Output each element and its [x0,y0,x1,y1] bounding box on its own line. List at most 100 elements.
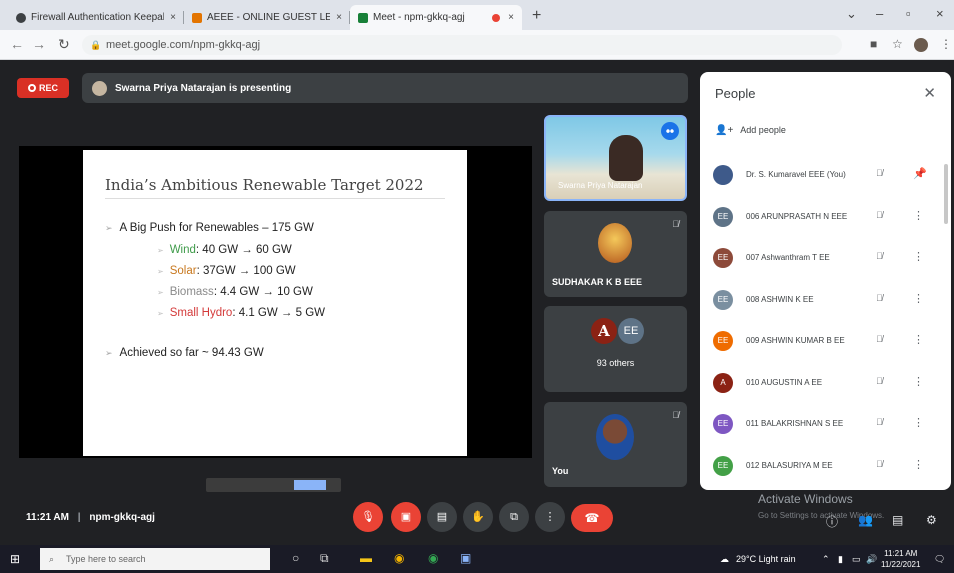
people-panel: People ✕ 👤+ Add people Dr. S. Kumaravel E… [700,72,951,490]
participant-row[interactable]: EE 008 ASHWIN K EE 🎙̸ ⋮ [713,287,943,313]
back-arrow-icon[interactable]: ← [10,36,24,52]
participant-row[interactable]: Dr. S. Kumaravel EEE (You) 🎙̸ 📌 [713,162,943,188]
url-text: meet.google.com/npm-gkkq-agj [106,39,261,51]
panel-scrollbar[interactable] [944,164,948,224]
camera-indicator-icon[interactable]: ■ [870,37,877,51]
raise-hand-button[interactable]: ✋ [463,502,493,532]
participant-name: 010 AUGUSTIN A EE [746,377,823,387]
presenting-text: Swarna Priya Natarajan is presenting [115,82,292,94]
meeting-code: npm-gkkq-agj [89,512,155,523]
bookmark-star-icon[interactable]: ☆ [892,37,903,51]
participant-avatar: EE [713,414,733,434]
add-people-button[interactable]: 👤+ Add people [715,125,786,136]
sub-bullet-label: Solar [169,265,197,277]
tab-close-icon[interactable]: × [336,12,342,23]
mic-off-icon: 🎙̸ [876,375,883,386]
participant-tile-others[interactable]: A EE 93 others [544,306,687,392]
taskbar-search-box[interactable]: ⌕ Type here to search [40,548,270,570]
minimize-button[interactable]: – [876,6,883,21]
bullet-arrow-icon: ➢ [105,223,113,233]
task-view-icon[interactable]: ⧉ [320,551,329,566]
notification-icon[interactable]: 🗨 [934,554,945,565]
profile-avatar[interactable] [914,38,928,52]
more-options-icon[interactable]: ⋮ [913,209,924,222]
taskbar-clock[interactable]: 11:21 AM 11/22/2021 [881,548,920,570]
more-options-icon[interactable]: ⋮ [913,250,924,263]
cortana-icon[interactable]: ○ [292,551,299,565]
tab-aeee-lecture[interactable]: AEEE - ONLINE GUEST LECTURE × [184,5,350,30]
tab-search-icon[interactable]: ⌄ [846,6,857,22]
speaking-indicator-icon: ⦁⦁ [661,122,679,140]
chrome-active-icon[interactable]: ◉ [428,551,438,565]
add-person-icon: 👤+ [715,125,734,136]
participant-row[interactable]: A 010 AUGUSTIN A EE 🎙̸ ⋮ [713,370,943,396]
volume-icon[interactable]: 🔊 [866,554,877,565]
sub-bullet-value: : 4.1 GW → 5 GW [232,307,325,319]
more-options-icon[interactable]: ⋮ [913,458,924,471]
bullet-arrow-icon: ➢ [157,246,164,255]
more-options-icon[interactable]: ⋮ [913,416,924,429]
rec-label: REC [38,83,58,93]
more-options-button[interactable]: ⋮ [535,502,565,532]
people-icon[interactable]: 👥 [858,513,873,527]
participant-avatar [713,165,733,185]
forward-arrow-icon[interactable]: → [32,36,46,52]
tray-overflow-icon[interactable]: ⌃ [822,554,830,565]
reload-icon[interactable]: ↻ [58,36,70,53]
browser-tab-bar: Firewall Authentication Keepali... × AEE… [0,0,954,30]
url-field[interactable]: 🔒 meet.google.com/npm-gkkq-agj [82,35,842,55]
participant-row[interactable]: EE 007 Ashwanthram T EE 🎙̸ ⋮ [713,245,943,271]
participant-name: 006 ARUNPRASATH N EEE [746,211,848,221]
pin-icon[interactable]: 📌 [913,167,927,180]
browser-menu-icon[interactable]: ⋮ [940,37,952,51]
file-explorer-icon[interactable]: ▬ [360,551,372,565]
battery-icon[interactable]: ▭ [852,554,861,565]
stop-sharing-button[interactable] [294,480,326,490]
participant-row[interactable]: EE 006 ARUNPRASATH N EEE 🎙̸ ⋮ [713,204,943,230]
network-icon[interactable]: ▮ [838,554,843,565]
participant-avatar: EE [713,289,733,310]
search-placeholder: Type here to search [66,554,146,564]
mic-off-icon: 🎙̸ [876,292,883,303]
close-panel-icon[interactable]: ✕ [923,84,936,102]
participant-tile-sudhakar[interactable]: 🎙̸ SUDHAKAR K B EEE [544,211,687,297]
new-tab-button[interactable]: + [532,7,541,25]
present-screen-button[interactable]: ⧉ [499,502,529,532]
activities-icon[interactable]: ⚙ [926,513,937,527]
participant-row[interactable]: EE 011 BALAKRISHNAN S EE 🎙̸ ⋮ [713,411,943,437]
captions-button[interactable]: ▤ [427,502,457,532]
more-options-icon[interactable]: ⋮ [913,333,924,346]
participant-row[interactable]: EE 012 BALASURIYA M EE 🎙̸ ⋮ [713,453,943,479]
sub-bullet-value: : 40 GW → 60 GW [195,244,292,256]
tab-firewall[interactable]: Firewall Authentication Keepali... × [8,5,184,30]
tab-meet[interactable]: Meet - npm-gkkq-agj × [350,5,522,30]
more-options-icon[interactable]: ⋮ [913,292,924,305]
slide-bullet: ➢ Achieved so far ~ 94.43 GW [105,347,264,359]
participant-name: Swarna Priya Natarajan [558,181,643,190]
hang-up-icon: ☎ [584,511,600,525]
participant-avatar: EE [713,248,733,268]
windows-start-icon[interactable]: ⊞ [10,552,20,566]
app-icon[interactable]: ▣ [460,551,471,565]
weather-text[interactable]: 29°C Light rain [736,554,796,564]
participant-tile-self[interactable]: 🎙̸ You [544,402,687,487]
maximize-button[interactable]: ▫ [906,6,911,21]
tab-close-icon[interactable]: × [170,12,176,23]
chrome-icon[interactable]: ◉ [394,551,404,565]
close-window-button[interactable]: × [936,6,944,21]
chat-icon[interactable]: ▤ [892,513,903,527]
participant-name: 012 BALASURIYA M EE [746,460,833,470]
meeting-details-icon[interactable]: ⓘ [826,513,838,530]
camera-toggle-button[interactable]: ▣ [391,502,421,532]
mic-toggle-button[interactable]: 🎙 [353,502,383,532]
more-options-icon[interactable]: ⋮ [913,375,924,388]
participant-avatar: EE [713,206,733,227]
participant-row[interactable]: EE 009 ASHWIN KUMAR B EE 🎙̸ ⋮ [713,328,943,354]
weather-icon[interactable]: ☁ [720,554,729,565]
leave-call-button[interactable]: ☎ [571,504,613,532]
participant-tile-presenter[interactable]: ⦁⦁ Swarna Priya Natarajan [544,115,687,201]
mic-off-icon: 🎙̸ [876,251,883,261]
participant-avatar: A [591,318,617,344]
tab-close-icon[interactable]: × [508,12,514,23]
bullet-text: Achieved so far ~ 94.43 GW [119,347,264,359]
